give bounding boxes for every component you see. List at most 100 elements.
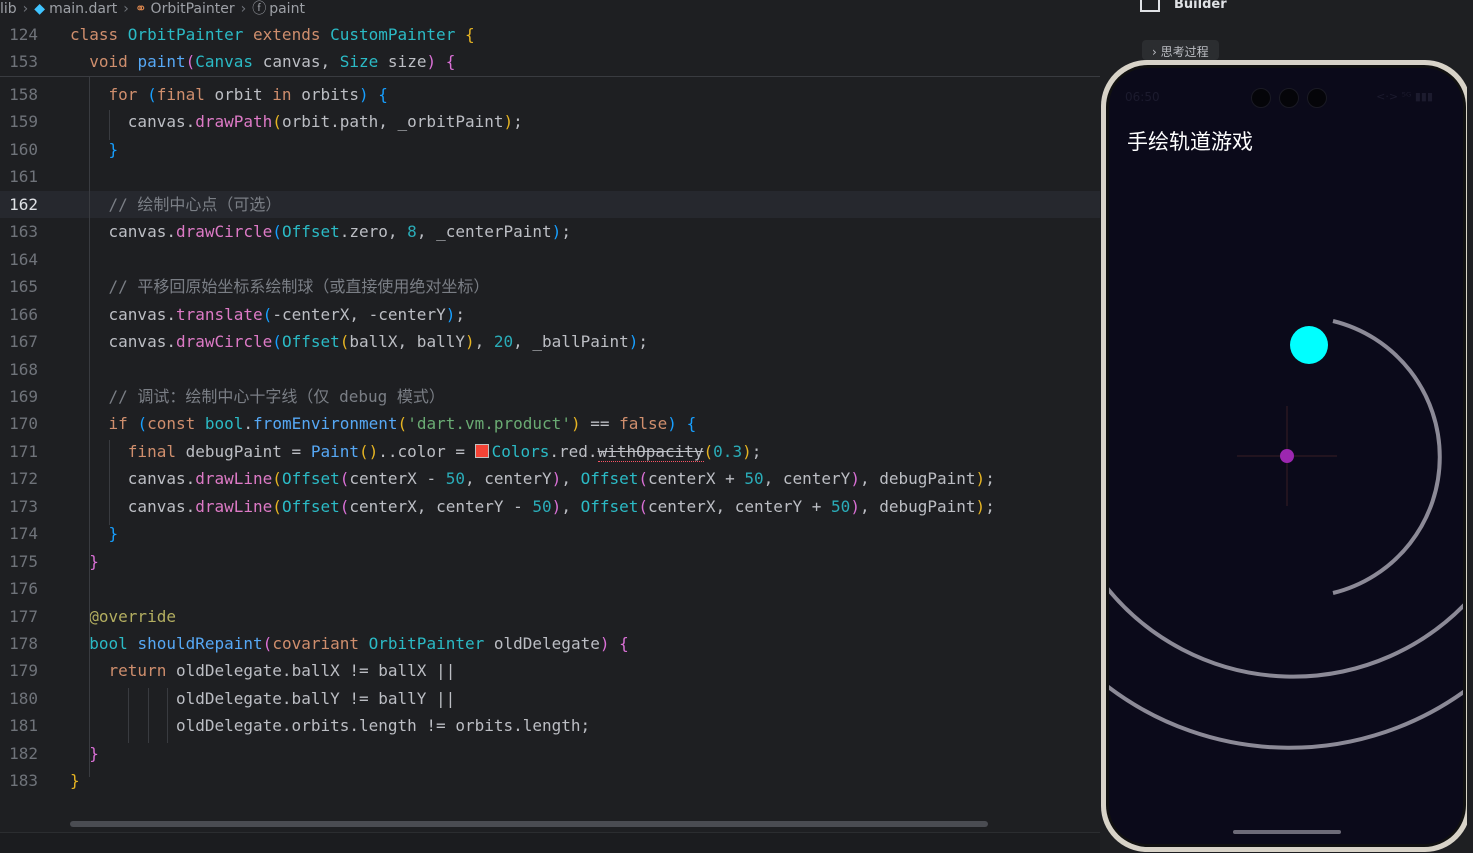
code-line-current[interactable]: 162 // 绘制中心点（可选） bbox=[0, 190, 1100, 218]
breadcrumb-item-class[interactable]: OrbitPainter bbox=[151, 0, 235, 18]
code-token: void bbox=[89, 52, 138, 71]
code-line[interactable]: 174 } bbox=[0, 520, 1100, 547]
code-text: // 绘制中心点（可选） bbox=[70, 191, 282, 218]
code-line[interactable]: 178 bool shouldRepaint(covariant OrbitPa… bbox=[0, 630, 1100, 657]
code-token: centerX + bbox=[648, 469, 745, 489]
code-token: in bbox=[272, 85, 302, 104]
code-line[interactable]: 179 return oldDelegate.ballX != ballX || bbox=[0, 657, 1100, 684]
code-token: ) bbox=[445, 304, 456, 324]
code-text: canvas.drawPath(orbit.path, _orbitPaint)… bbox=[70, 108, 523, 135]
code-text: final debugPaint = Paint()..color = Colo… bbox=[70, 438, 761, 465]
code-token: CustomPainter bbox=[330, 25, 465, 44]
code-token: OrbitPainter bbox=[368, 634, 494, 653]
code-token: // 绘制中心点（可选） bbox=[108, 194, 282, 214]
code-text: } bbox=[70, 740, 99, 767]
code-line[interactable]: 183} bbox=[0, 767, 1100, 794]
code-token: , _ballPaint bbox=[513, 332, 629, 352]
code-line[interactable]: 168 bbox=[0, 356, 1100, 383]
code-token: for bbox=[108, 85, 148, 104]
code-line[interactable]: 160 } bbox=[0, 136, 1100, 163]
code-line[interactable]: 171 final debugPaint = Paint()..color = … bbox=[0, 438, 1100, 465]
code-line[interactable]: 177 @override bbox=[0, 603, 1100, 630]
code-line[interactable]: 153 void paint(Canvas canvas, Size size)… bbox=[0, 48, 1100, 75]
phone-emulator: 06:50 <·> ⁵ᴳ ▮▮▮ 手绘轨道游戏 bbox=[1101, 60, 1471, 852]
code-token: } bbox=[108, 139, 119, 159]
code-editor[interactable]: 124 class OrbitPainter extends CustomPain… bbox=[0, 20, 1100, 832]
code-token: canvas. bbox=[70, 332, 176, 352]
indent-guide bbox=[128, 688, 129, 743]
code-token: extends bbox=[253, 25, 331, 44]
line-number: 172 bbox=[9, 469, 38, 489]
code-text: @override bbox=[70, 603, 176, 630]
color-swatch-icon bbox=[474, 443, 489, 458]
code-line[interactable]: 161 bbox=[0, 163, 1100, 190]
code-token: bool bbox=[204, 414, 244, 434]
code-line[interactable]: 167 canvas.drawCircle(Offset(ballX, ball… bbox=[0, 328, 1100, 355]
code-token: { bbox=[619, 634, 629, 653]
code-text: } bbox=[70, 548, 99, 575]
code-text: } bbox=[70, 767, 80, 794]
breadcrumb-item-method[interactable]: paint bbox=[269, 0, 305, 18]
code-line[interactable]: 181 oldDelegate.orbits.length != orbits.… bbox=[0, 712, 1100, 739]
code-line[interactable]: 182 } bbox=[0, 740, 1100, 767]
code-token: ) bbox=[570, 414, 581, 434]
code-token: ( bbox=[185, 52, 196, 71]
code-token: ( bbox=[703, 441, 714, 461]
phone-bezel: 06:50 <·> ⁵ᴳ ▮▮▮ 手绘轨道游戏 bbox=[1106, 65, 1466, 847]
code-token: return bbox=[108, 661, 176, 681]
code-token: ( bbox=[638, 469, 649, 489]
horizontal-scrollbar[interactable] bbox=[70, 821, 988, 827]
builder-icon bbox=[1140, 0, 1160, 12]
code-token: translate bbox=[175, 304, 263, 324]
code-token: 'dart.vm.product' bbox=[407, 414, 571, 434]
sticky-divider bbox=[0, 76, 1100, 77]
line-number: 164 bbox=[9, 249, 38, 269]
line-number: 173 bbox=[9, 496, 38, 516]
code-token: , bbox=[561, 496, 581, 516]
line-number: 159 bbox=[9, 112, 38, 132]
code-text: return oldDelegate.ballX != ballX || bbox=[70, 657, 456, 684]
code-token: const bbox=[147, 414, 205, 434]
code-token: Canvas bbox=[195, 52, 263, 71]
code-text: canvas.drawLine(Offset(centerX, centerY … bbox=[70, 493, 995, 520]
dart-file-icon: ◆ bbox=[34, 1, 46, 17]
phone-screen[interactable]: 06:50 <·> ⁵ᴳ ▮▮▮ 手绘轨道游戏 bbox=[1109, 68, 1463, 844]
code-token: Offset bbox=[281, 222, 340, 242]
code-token: if bbox=[108, 414, 138, 434]
code-line[interactable]: 163 canvas.drawCircle(Offset.zero, 8, _c… bbox=[0, 218, 1100, 245]
code-token: , debugPaint bbox=[859, 469, 976, 489]
code-line[interactable]: 173 canvas.drawLine(Offset(centerX, cent… bbox=[0, 493, 1100, 520]
code-line[interactable]: 172 canvas.drawLine(Offset(centerX - 50,… bbox=[0, 465, 1100, 492]
code-line[interactable]: 175 } bbox=[0, 548, 1100, 575]
code-token: ; bbox=[985, 469, 995, 489]
code-token: } bbox=[89, 743, 99, 763]
code-line[interactable]: 180 oldDelegate.ballY != ballY || bbox=[0, 685, 1100, 712]
code-line[interactable]: 124 class OrbitPainter extends CustomPain… bbox=[0, 21, 1100, 48]
line-number: 183 bbox=[9, 771, 38, 791]
home-indicator[interactable] bbox=[1233, 830, 1341, 834]
code-token: } bbox=[89, 551, 99, 571]
builder-header: Builder bbox=[1140, 0, 1340, 14]
code-line[interactable]: 165 // 平移回原始坐标系绘制球（或直接使用绝对坐标） bbox=[0, 273, 1100, 300]
thinking-process-toggle[interactable]: › 思考过程 bbox=[1142, 40, 1219, 60]
code-line[interactable]: 170 if (const bool.fromEnvironment('dart… bbox=[0, 410, 1100, 437]
code-line[interactable]: 166 canvas.translate(-centerX, -centerY)… bbox=[0, 301, 1100, 328]
code-token: ; bbox=[985, 496, 995, 516]
code-token: , centerY bbox=[763, 469, 851, 489]
breadcrumb-item-file[interactable]: main.dart bbox=[49, 0, 117, 18]
code-line[interactable]: 159 canvas.drawPath(orbit.path, _orbitPa… bbox=[0, 108, 1100, 135]
code-text: void paint(Canvas canvas, Size size) { bbox=[70, 48, 455, 75]
line-number: 165 bbox=[9, 277, 38, 297]
breadcrumb-item-lib[interactable]: lib bbox=[0, 0, 17, 18]
game-canvas[interactable] bbox=[1109, 68, 1463, 844]
code-token: 20 bbox=[493, 332, 514, 352]
chevron-right-icon: › bbox=[240, 1, 247, 17]
code-line[interactable]: 169 // 调试：绘制中心十字线（仅 debug 模式） bbox=[0, 383, 1100, 410]
code-line[interactable]: 164 bbox=[0, 246, 1100, 273]
code-line[interactable]: 158 for (final orbit in orbits) { bbox=[0, 81, 1100, 108]
code-line[interactable]: 176 bbox=[0, 575, 1100, 602]
code-token: , bbox=[561, 469, 581, 489]
